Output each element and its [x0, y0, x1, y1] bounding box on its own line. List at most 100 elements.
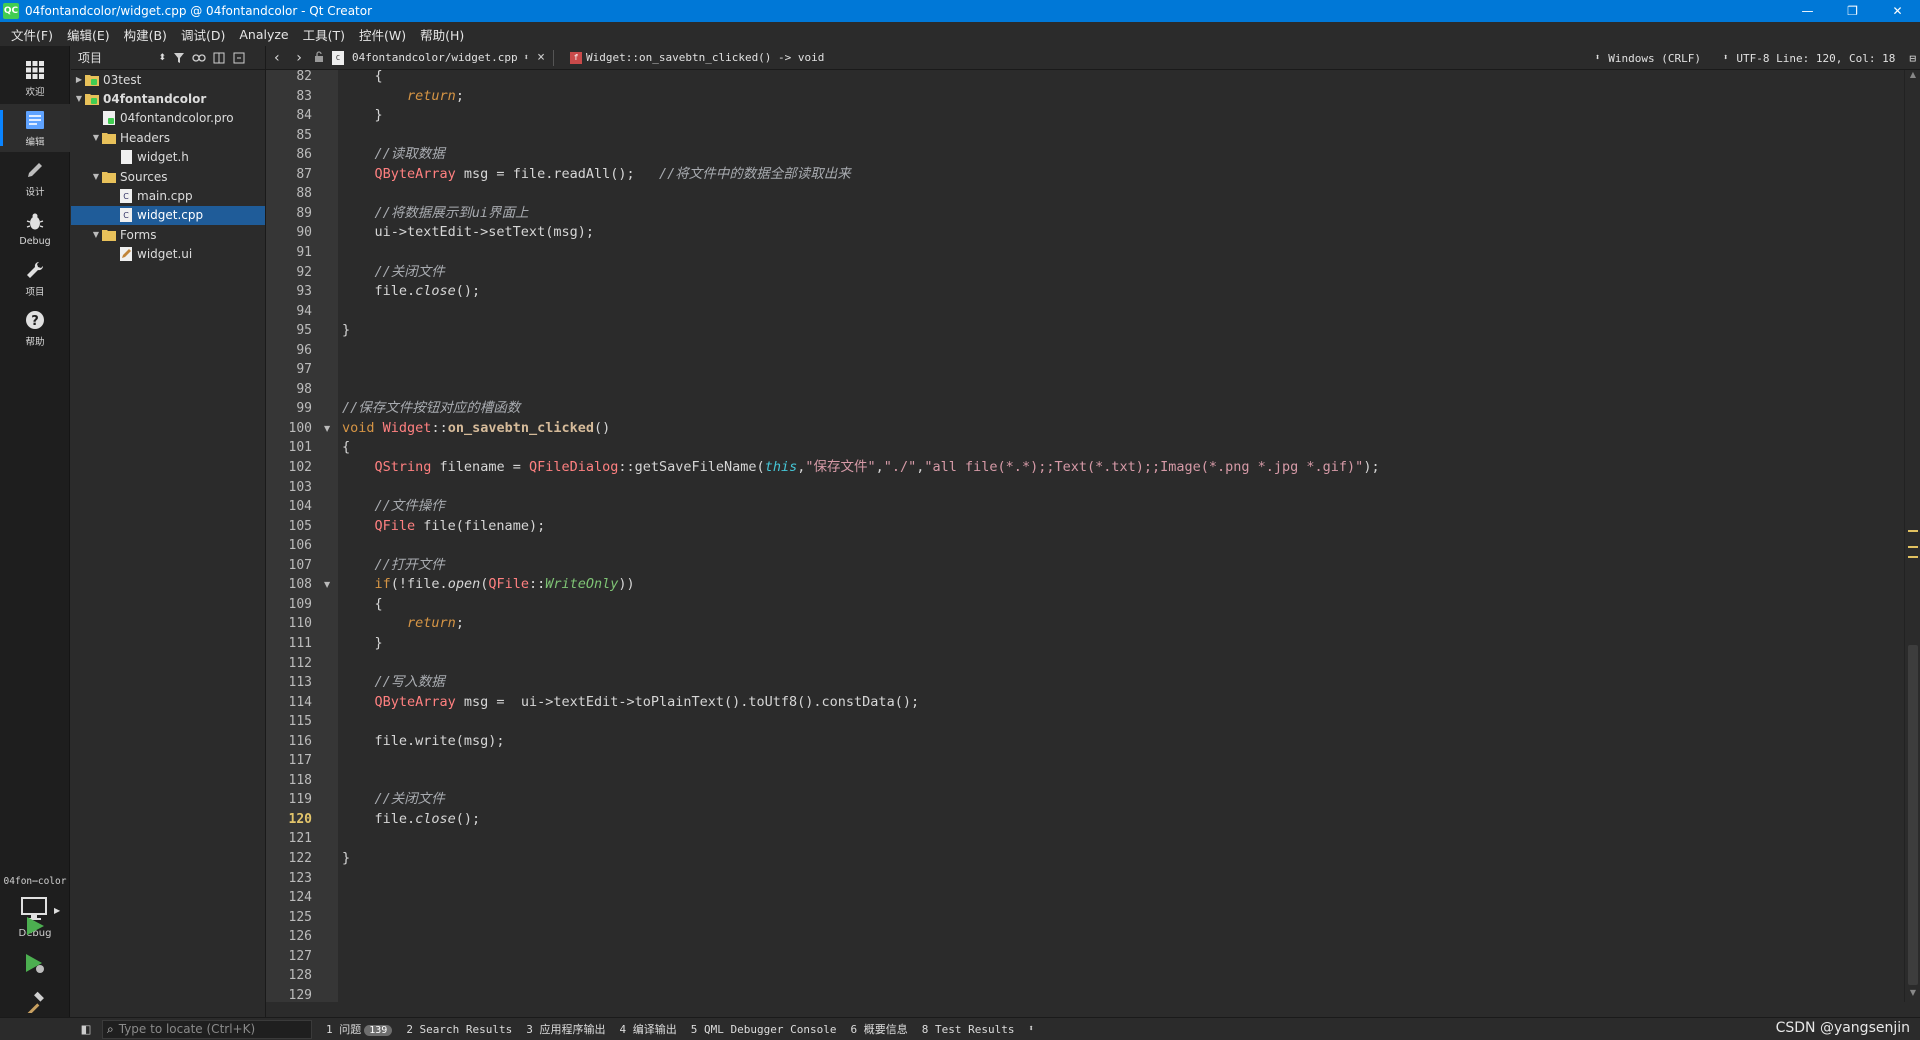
code-line: //文件操作 — [342, 497, 445, 516]
tree-item[interactable]: Cwidget.cpp — [71, 205, 265, 225]
scroll-up-icon[interactable]: ▲ — [1905, 70, 1920, 84]
tree-item-label: 04fontandcolor.pro — [120, 111, 234, 126]
line-number: 103 — [288, 479, 312, 495]
split-icon[interactable] — [209, 48, 229, 68]
mode-design[interactable]: 设计 — [0, 154, 70, 202]
output-pane-button[interactable]: 3 应用程序输出 — [526, 1021, 605, 1037]
output-pane-button[interactable]: 1 问题 139 — [326, 1021, 393, 1037]
navigate-back-icon[interactable]: ‹ — [266, 50, 288, 66]
menu-item[interactable]: 调试(D) — [174, 25, 232, 44]
encoding-position-indicator[interactable]: UTF-8 Line: 120, Col: 18 — [1732, 52, 1899, 65]
close-pane-icon[interactable] — [229, 48, 249, 68]
output-pane-button[interactable]: 4 编译输出 — [620, 1021, 677, 1037]
mode-projects[interactable]: 项目 — [0, 254, 70, 302]
line-number: 122 — [288, 851, 312, 866]
tree-item[interactable]: ▶ 03test — [71, 70, 265, 89]
code-token: //文件操作 — [374, 498, 445, 515]
tree-item[interactable]: widget.ui — [71, 245, 265, 264]
symbol-combo[interactable]: f Widget::on_savebtn_clicked() -> void — [558, 48, 828, 68]
code-line: ui->textEdit->setText(msg); — [342, 223, 594, 242]
code-token: ui->textEdit->setText(msg); — [342, 224, 594, 241]
menu-item[interactable]: 工具(T) — [296, 25, 352, 44]
code-token: Widget — [382, 419, 432, 436]
vertical-scrollbar[interactable]: ▲ ▼ — [1904, 70, 1920, 1002]
line-ending-selector[interactable]: Windows (CRLF) — [1604, 52, 1705, 65]
code-token: //读取数据 — [374, 146, 445, 163]
menu-bar: 文件(F) 编辑(E) 构建(B) 调试(D) Analyze 工具(T) 控件(W) 帮助(… — [0, 22, 1920, 46]
expand-arrow-icon[interactable]: ▼ — [73, 94, 85, 103]
editor-toolbar-right: ⬍ Windows (CRLF) ⬍ UTF-8 Line: 120, Col:… — [1591, 46, 1920, 70]
tree-item-label: Forms — [120, 227, 157, 242]
expand-arrow-icon[interactable]: ▼ — [90, 172, 102, 181]
svg-text:C: C — [123, 192, 129, 201]
code-token: //将数据展示到ui界面上 — [374, 204, 529, 221]
tree-item[interactable]: 04fontandcolor.pro — [71, 109, 265, 128]
tree-item[interactable]: ▼ 04fontandcolor — [71, 89, 265, 108]
play-icon — [27, 917, 44, 935]
expand-arrow-icon[interactable]: ▶ — [73, 75, 85, 84]
navigate-forward-icon[interactable]: › — [288, 50, 310, 66]
scroll-down-icon[interactable]: ▼ — [1905, 988, 1920, 1002]
line-number: 129 — [288, 987, 312, 1002]
line-number: 87 — [296, 166, 312, 182]
open-documents-combo[interactable]: C 04fontandcolor/widget.cpp ⬍ — [328, 48, 533, 68]
locator-input[interactable]: ⌕ Type to locate (Ctrl+K) — [102, 1019, 312, 1039]
code-token: on_savebtn_clicked — [447, 419, 595, 436]
close-document-icon[interactable]: × — [533, 50, 549, 65]
line-number: 94 — [296, 303, 312, 319]
expand-arrow-icon[interactable]: ▼ — [90, 230, 102, 239]
menu-item[interactable]: 帮助(H) — [413, 25, 471, 44]
menu-item[interactable]: 编辑(E) — [60, 25, 117, 44]
output-pane-button[interactable]: 2 Search Results — [406, 1023, 512, 1036]
code-token: ::getSaveFileName( — [618, 459, 765, 475]
fold-marker-icon[interactable]: ▼ — [324, 575, 330, 594]
menu-item[interactable]: 文件(F) — [4, 25, 60, 44]
close-button[interactable]: ✕ — [1875, 0, 1920, 22]
line-number: 89 — [296, 205, 312, 221]
tree-item[interactable]: ▼ Forms — [71, 225, 265, 244]
menu-item[interactable]: 控件(W) — [352, 25, 413, 44]
output-pane-button[interactable]: 6 概要信息 — [850, 1021, 907, 1037]
output-pane-label: 5 QML Debugger Console — [690, 1022, 837, 1036]
code-token: file. — [342, 810, 416, 827]
output-pane-button[interactable]: 8 Test Results — [922, 1023, 1015, 1036]
toggle-sidebar-icon[interactable]: ◧ — [76, 1022, 96, 1036]
mode-edit[interactable]: 编辑 — [0, 104, 70, 152]
tree-item[interactable]: Cmain.cpp — [71, 186, 265, 205]
build-button[interactable] — [21, 988, 49, 1016]
split-editor-icon[interactable]: ⊟ — [1905, 52, 1920, 65]
line-number: 115 — [288, 714, 312, 730]
tree-item-label: 04fontandcolor — [103, 91, 207, 106]
kit-expand-arrow-icon[interactable]: ▶ — [54, 906, 60, 915]
function-symbol-icon: f — [570, 51, 582, 64]
tree-item[interactable]: ▼ Sources — [71, 167, 265, 186]
view-selector[interactable]: 项目 ⬍ — [75, 49, 169, 67]
maximize-button[interactable]: ❐ — [1830, 0, 1875, 22]
tree-item[interactable]: ▼ Headers — [71, 128, 265, 147]
help-icon: ? — [23, 308, 47, 332]
tree-item[interactable]: widget.h — [71, 148, 265, 167]
output-pane-button[interactable]: 5 QML Debugger Console — [691, 1023, 837, 1036]
expand-arrow-icon[interactable]: ▼ — [90, 133, 102, 142]
line-number: 119 — [288, 792, 312, 808]
minimize-button[interactable]: — — [1785, 0, 1830, 22]
run-button[interactable] — [21, 912, 49, 940]
filter-icon[interactable] — [169, 48, 189, 68]
scrollbar-thumb[interactable] — [1908, 645, 1918, 985]
mode-welcome[interactable]: 欢迎 — [0, 54, 70, 102]
status-bar: ◧ ⌕ Type to locate (Ctrl+K) 1 问题 139 2 Sea… — [0, 1017, 1920, 1040]
updown-arrows-icon[interactable]: ⬍ — [1028, 1024, 1033, 1034]
mode-help[interactable]: ? 帮助 — [0, 304, 70, 352]
menu-item[interactable]: 构建(B) — [117, 25, 174, 44]
line-number: 85 — [296, 127, 312, 143]
menu-item[interactable]: Analyze — [232, 27, 295, 42]
folding-column: ▼ ▼ — [316, 70, 338, 1002]
debug-run-button[interactable] — [21, 950, 49, 978]
link-icon[interactable] — [189, 48, 209, 68]
code-editor[interactable]: { return; } //读取数据 QByteArray msg = file… — [338, 70, 1902, 1002]
fold-marker-icon[interactable]: ▼ — [324, 419, 330, 438]
code-token: //将文件中的数据全部读取出来 — [659, 165, 851, 182]
mode-debug[interactable]: Debug — [0, 204, 70, 252]
